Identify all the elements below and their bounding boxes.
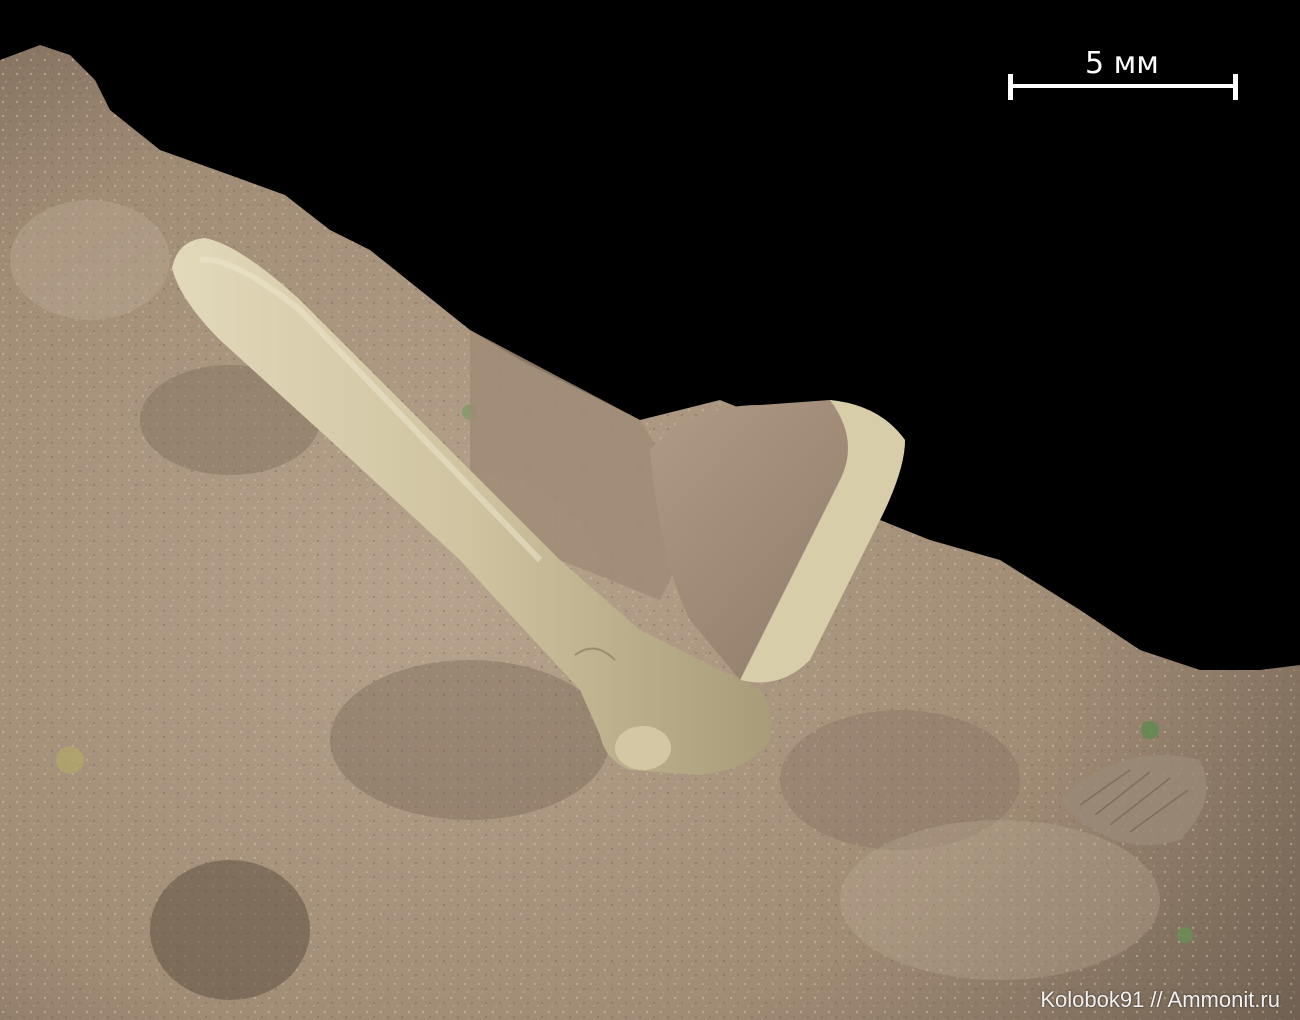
scale-bar-right-cap xyxy=(1233,74,1238,100)
scale-bar xyxy=(1010,84,1238,88)
lichen-spot xyxy=(56,746,84,774)
light-patch xyxy=(840,820,1160,980)
shadow-patch xyxy=(150,860,310,1000)
lichen-spot xyxy=(1177,927,1193,943)
rod-knob xyxy=(615,726,671,770)
scale-bar-left-cap xyxy=(1008,74,1013,100)
shadow-patch xyxy=(330,660,610,820)
watermark: Kolobok91 // Ammonit.ru xyxy=(1040,987,1280,1012)
light-patch xyxy=(10,200,170,320)
fossil-photo xyxy=(0,0,1300,1020)
scale-label: 5 мм xyxy=(1085,46,1159,81)
lichen-spot xyxy=(1141,721,1159,739)
